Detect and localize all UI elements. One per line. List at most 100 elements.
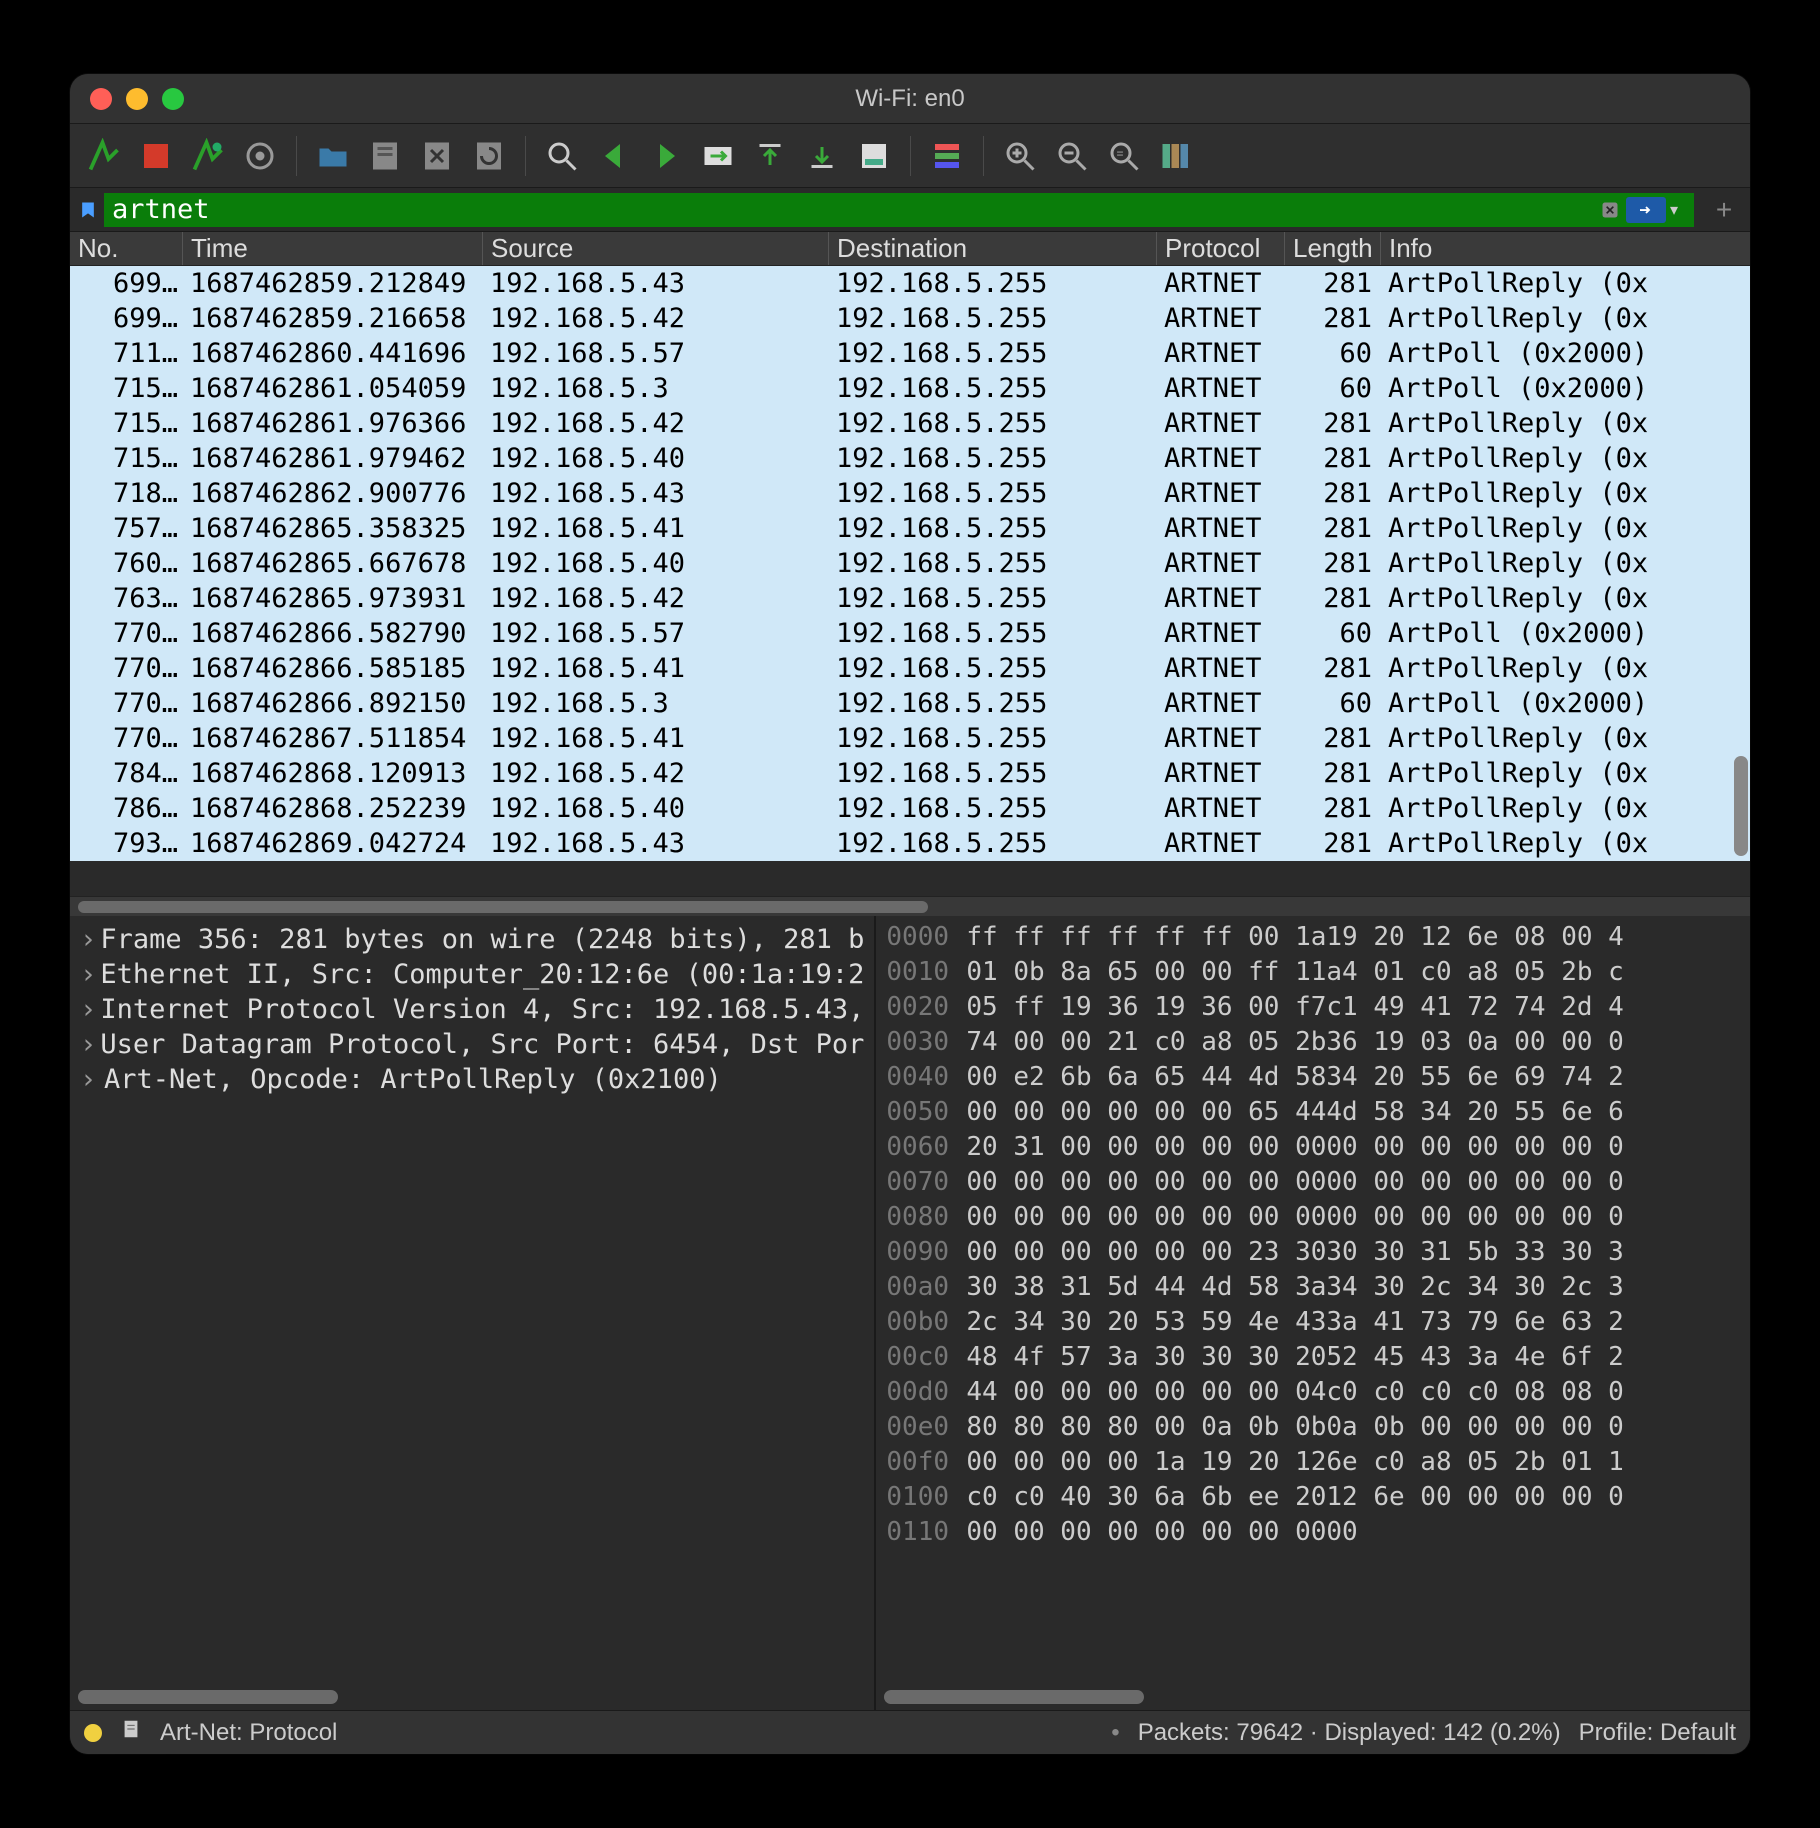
- zoom-window-button[interactable]: [162, 88, 184, 110]
- packet-list[interactable]: 699…1687462859.212849192.168.5.43192.168…: [70, 266, 1750, 896]
- filter-history-dropdown[interactable]: ▾: [1670, 200, 1688, 220]
- packet-row[interactable]: 715…1687462861.979462192.168.5.40192.168…: [70, 441, 1750, 476]
- app-window: Wi-Fi: en0: [70, 74, 1750, 1754]
- packet-row[interactable]: 763…1687462865.973931192.168.5.42192.168…: [70, 581, 1750, 616]
- go-forward-button[interactable]: [644, 134, 688, 178]
- details-horizontal-scrollbar[interactable]: [78, 1690, 866, 1704]
- capture-file-properties-icon[interactable]: [120, 1718, 142, 1747]
- status-profile-label[interactable]: Profile: Default: [1579, 1719, 1736, 1747]
- start-capture-button[interactable]: [82, 134, 126, 178]
- column-header-protocol[interactable]: Protocol: [1156, 232, 1284, 265]
- window-title: Wi-Fi: en0: [70, 85, 1750, 113]
- detail-line[interactable]: ›Internet Protocol Version 4, Src: 192.1…: [80, 992, 864, 1027]
- goto-last-button[interactable]: [800, 134, 844, 178]
- apply-filter-button[interactable]: [1626, 197, 1666, 223]
- packet-row[interactable]: 770…1687462866.582790192.168.5.57192.168…: [70, 616, 1750, 651]
- display-filter-input[interactable]: [104, 193, 1598, 227]
- status-bar: Art-Net: Protocol • Packets: 79642 · Dis…: [70, 1710, 1750, 1754]
- hex-line[interactable]: 00c048 4f 57 3a 30 30 30 2052 45 43 3a 4…: [886, 1342, 1740, 1377]
- expert-info-icon[interactable]: [84, 1724, 102, 1742]
- packet-row[interactable]: 718…1687462862.900776192.168.5.43192.168…: [70, 476, 1750, 511]
- resize-columns-button[interactable]: [1154, 134, 1198, 178]
- horizontal-scrollbar[interactable]: [70, 896, 1750, 916]
- packet-row[interactable]: 715…1687462861.976366192.168.5.42192.168…: [70, 406, 1750, 441]
- hex-line[interactable]: 0100c0 c0 40 30 6a 6b ee 2012 6e 00 00 0…: [886, 1482, 1740, 1517]
- hex-line[interactable]: 001001 0b 8a 65 00 00 ff 11a4 01 c0 a8 0…: [886, 957, 1740, 992]
- hex-horizontal-scrollbar[interactable]: [884, 1690, 1742, 1704]
- detail-line[interactable]: ›User Datagram Protocol, Src Port: 6454,…: [80, 1027, 864, 1062]
- restart-capture-button[interactable]: [186, 134, 230, 178]
- filter-bookmark-icon[interactable]: [76, 194, 100, 226]
- hex-line[interactable]: 007000 00 00 00 00 00 00 0000 00 00 00 0…: [886, 1167, 1740, 1202]
- save-file-button[interactable]: [363, 134, 407, 178]
- packet-row[interactable]: 757…1687462865.358325192.168.5.41192.168…: [70, 511, 1750, 546]
- detail-line[interactable]: ›Frame 356: 281 bytes on wire (2248 bits…: [80, 922, 864, 957]
- auto-scroll-button[interactable]: [852, 134, 896, 178]
- packet-row[interactable]: 793…1687462869.042724192.168.5.43192.168…: [70, 826, 1750, 861]
- packet-details-pane[interactable]: ›Frame 356: 281 bytes on wire (2248 bits…: [70, 916, 876, 1710]
- status-packets-label: Packets: 79642 · Displayed: 142 (0.2%): [1138, 1719, 1561, 1747]
- packet-row[interactable]: 770…1687462867.511854192.168.5.41192.168…: [70, 721, 1750, 756]
- close-file-button[interactable]: [415, 134, 459, 178]
- packet-bytes-pane[interactable]: 0000ff ff ff ff ff ff 00 1a19 20 12 6e 0…: [876, 916, 1750, 1710]
- find-packet-button[interactable]: [540, 134, 584, 178]
- capture-options-button[interactable]: [238, 134, 282, 178]
- vertical-scrollbar[interactable]: [1734, 756, 1748, 856]
- packet-row[interactable]: 711…1687462860.441696192.168.5.57192.168…: [70, 336, 1750, 371]
- goto-packet-button[interactable]: [696, 134, 740, 178]
- hex-line[interactable]: 0000ff ff ff ff ff ff 00 1a19 20 12 6e 0…: [886, 922, 1740, 957]
- toolbar-separator: [910, 136, 911, 176]
- status-separator-dot: •: [1111, 1719, 1119, 1747]
- reload-file-button[interactable]: [467, 134, 511, 178]
- svg-text:=: =: [1117, 146, 1124, 160]
- go-back-button[interactable]: [592, 134, 636, 178]
- bottom-panes: ›Frame 356: 281 bytes on wire (2248 bits…: [70, 916, 1750, 1710]
- hex-line[interactable]: 00b02c 34 30 20 53 59 4e 433a 41 73 79 6…: [886, 1307, 1740, 1342]
- display-filter-bar: ▾ +: [70, 188, 1750, 232]
- packet-row[interactable]: 770…1687462866.585185192.168.5.41192.168…: [70, 651, 1750, 686]
- hex-line[interactable]: 00e080 80 80 80 00 0a 0b 0b0a 0b 00 00 0…: [886, 1412, 1740, 1447]
- zoom-out-button[interactable]: [1050, 134, 1094, 178]
- zoom-in-button[interactable]: [998, 134, 1042, 178]
- toolbar-separator: [525, 136, 526, 176]
- colorize-button[interactable]: [925, 134, 969, 178]
- packet-row[interactable]: 715…1687462861.054059192.168.5.3192.168.…: [70, 371, 1750, 406]
- column-header-info[interactable]: Info: [1380, 232, 1750, 265]
- main-toolbar: =: [70, 124, 1750, 188]
- add-filter-button[interactable]: +: [1704, 194, 1744, 226]
- column-header-source[interactable]: Source: [482, 232, 828, 265]
- hex-line[interactable]: 004000 e2 6b 6a 65 44 4d 5834 20 55 6e 6…: [886, 1062, 1740, 1097]
- zoom-reset-button[interactable]: =: [1102, 134, 1146, 178]
- hex-line[interactable]: 008000 00 00 00 00 00 00 0000 00 00 00 0…: [886, 1202, 1740, 1237]
- detail-line[interactable]: ›Ethernet II, Src: Computer_20:12:6e (00…: [80, 957, 864, 992]
- packet-row[interactable]: 760…1687462865.667678192.168.5.40192.168…: [70, 546, 1750, 581]
- hex-line[interactable]: 005000 00 00 00 00 00 65 444d 58 34 20 5…: [886, 1097, 1740, 1132]
- hex-line[interactable]: 003074 00 00 21 c0 a8 05 2b36 19 03 0a 0…: [886, 1027, 1740, 1062]
- column-header-destination[interactable]: Destination: [828, 232, 1156, 265]
- minimize-window-button[interactable]: [126, 88, 148, 110]
- packet-row[interactable]: 770…1687462866.892150192.168.5.3192.168.…: [70, 686, 1750, 721]
- hex-line[interactable]: 009000 00 00 00 00 00 23 3030 30 31 5b 3…: [886, 1237, 1740, 1272]
- hex-line[interactable]: 00f000 00 00 00 1a 19 20 126e c0 a8 05 2…: [886, 1447, 1740, 1482]
- hex-line[interactable]: 006020 31 00 00 00 00 00 0000 00 00 00 0…: [886, 1132, 1740, 1167]
- packet-list-header: No. Time Source Destination Protocol Len…: [70, 232, 1750, 266]
- hex-line[interactable]: 00a030 38 31 5d 44 4d 58 3a34 30 2c 34 3…: [886, 1272, 1740, 1307]
- open-file-button[interactable]: [311, 134, 355, 178]
- packet-row[interactable]: 699…1687462859.216658192.168.5.42192.168…: [70, 301, 1750, 336]
- status-field-label: Art-Net: Protocol: [160, 1719, 337, 1747]
- clear-filter-button[interactable]: [1598, 198, 1622, 222]
- hex-line[interactable]: 002005 ff 19 36 19 36 00 f7c1 49 41 72 7…: [886, 992, 1740, 1027]
- goto-first-button[interactable]: [748, 134, 792, 178]
- hex-line[interactable]: 011000 00 00 00 00 00 00 0000: [886, 1517, 1740, 1552]
- column-header-no[interactable]: No.: [70, 232, 182, 265]
- packet-row[interactable]: 784…1687462868.120913192.168.5.42192.168…: [70, 756, 1750, 791]
- column-header-time[interactable]: Time: [182, 232, 482, 265]
- packet-row[interactable]: 699…1687462859.212849192.168.5.43192.168…: [70, 266, 1750, 301]
- detail-line[interactable]: ›Art-Net, Opcode: ArtPollReply (0x2100): [80, 1062, 864, 1097]
- close-window-button[interactable]: [90, 88, 112, 110]
- hex-line[interactable]: 00d044 00 00 00 00 00 00 04c0 c0 c0 c0 0…: [886, 1377, 1740, 1412]
- column-header-length[interactable]: Length: [1284, 232, 1380, 265]
- stop-capture-button[interactable]: [134, 134, 178, 178]
- packet-row[interactable]: 786…1687462868.252239192.168.5.40192.168…: [70, 791, 1750, 826]
- toolbar-separator: [296, 136, 297, 176]
